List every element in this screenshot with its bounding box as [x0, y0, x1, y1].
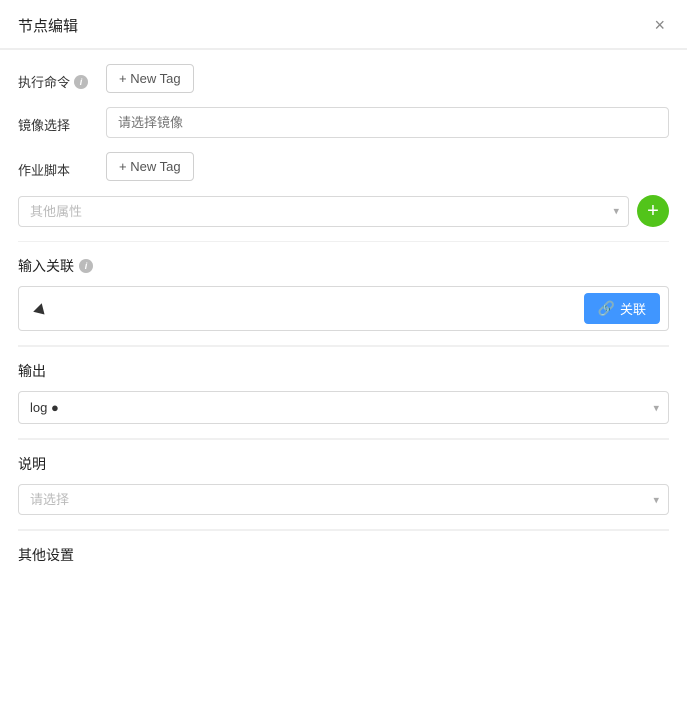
other-settings-title: 其他设置 [18, 545, 669, 565]
link-area: 🔗 关联 [18, 286, 669, 331]
description-select-wrapper: 请选择 ▾ [18, 484, 669, 515]
modal-header: 节点编辑 × [0, 0, 687, 49]
other-settings-section: 其他设置 [18, 531, 669, 589]
execute-command-row: 执行命令 i + New Tag [18, 64, 669, 93]
link-icon: 🔗 [598, 300, 615, 317]
output-select[interactable]: log ● [18, 391, 669, 424]
other-props-select-wrapper: 其他属性 ▾ [18, 196, 629, 227]
output-title: 输出 [18, 361, 669, 381]
image-select-row: 镜像选择 [18, 107, 669, 138]
other-props-select[interactable]: 其他属性 [18, 196, 629, 227]
work-script-new-tag-button[interactable]: + New Tag [106, 152, 194, 181]
description-title: 说明 [18, 454, 669, 474]
output-select-wrapper: log ● ▾ [18, 391, 669, 424]
other-props-add-button[interactable]: + [637, 195, 669, 227]
image-select-label: 镜像选择 [18, 107, 106, 134]
image-select-content [106, 107, 669, 138]
work-script-label: 作业脚本 [18, 152, 106, 179]
description-section: 说明 请选择 ▾ [18, 440, 669, 530]
modal-body: 执行命令 i + New Tag 镜像选择 作业脚本 + New Tag [0, 64, 687, 589]
output-section: 输出 log ● ▾ [18, 347, 669, 439]
cursor-icon [33, 303, 49, 319]
node-edit-modal: 节点编辑 × 执行命令 i + New Tag 镜像选择 作 [0, 0, 687, 720]
input-link-section: 输入关联 i 🔗 关联 [18, 242, 669, 346]
work-script-row: 作业脚本 + New Tag [18, 152, 669, 181]
close-button[interactable]: × [650, 14, 669, 36]
input-link-info-icon: i [79, 259, 93, 273]
description-select[interactable]: 请选择 [18, 484, 669, 515]
work-script-content: + New Tag [106, 152, 669, 181]
execute-command-info-icon: i [74, 75, 88, 89]
link-button[interactable]: 🔗 关联 [584, 293, 660, 324]
execute-command-content: + New Tag [106, 64, 669, 93]
modal-title: 节点编辑 [18, 15, 78, 36]
other-props-row: 其他属性 ▾ + [18, 195, 669, 227]
link-btn-label: 关联 [620, 299, 646, 318]
image-select-input[interactable] [106, 107, 669, 138]
input-link-title: 输入关联 i [18, 256, 669, 276]
execute-command-new-tag-button[interactable]: + New Tag [106, 64, 194, 93]
top-divider [0, 49, 687, 50]
execute-command-label: 执行命令 i [18, 64, 106, 91]
